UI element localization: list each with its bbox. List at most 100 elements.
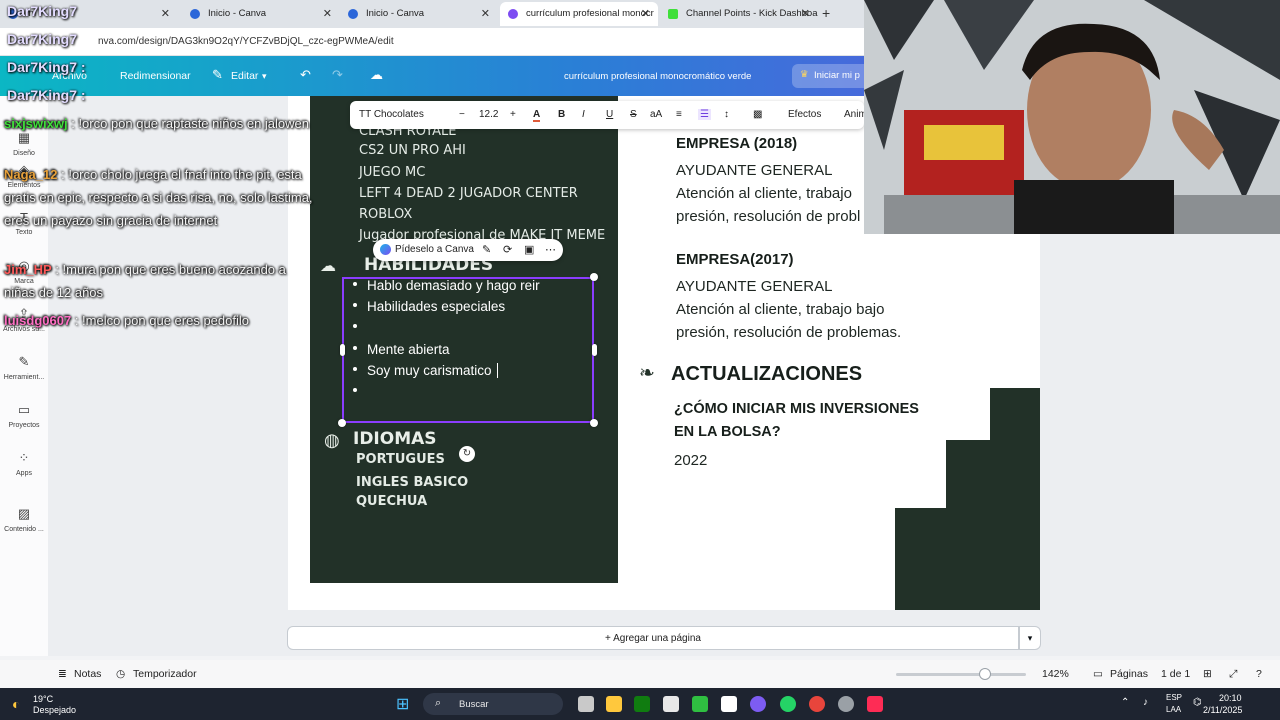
resize-handle[interactable] bbox=[590, 419, 598, 427]
strikethrough-button[interactable]: S bbox=[630, 109, 637, 120]
zoom-slider[interactable] bbox=[896, 673, 1026, 676]
notes-icon[interactable]: ≣ bbox=[58, 668, 67, 680]
tools-icon: ✎ bbox=[18, 354, 30, 369]
tray-chevron-icon[interactable]: ⌃ bbox=[1121, 697, 1129, 708]
weather-temp: 19°C bbox=[33, 694, 54, 704]
undo-icon[interactable]: ↶ bbox=[300, 67, 311, 83]
store-icon[interactable] bbox=[663, 696, 679, 712]
clock-time[interactable]: 20:10 bbox=[1219, 693, 1242, 703]
close-tab-icon[interactable]: ✕ bbox=[161, 7, 170, 20]
sidebar-item-projects[interactable]: ▭ Proyectos bbox=[0, 402, 48, 429]
skill-item[interactable]: Hablo demasiado y hago reir bbox=[353, 278, 540, 293]
line-spacing-icon[interactable]: ↕ bbox=[724, 109, 729, 120]
rotate-icon[interactable]: ↻ bbox=[459, 446, 475, 462]
notes-button[interactable]: Notas bbox=[74, 668, 101, 680]
timer-button[interactable]: Temporizador bbox=[133, 668, 197, 680]
fullscreen-icon[interactable]: ⤢ bbox=[1229, 668, 1237, 681]
resize-handle[interactable] bbox=[340, 344, 345, 356]
url-text[interactable]: nva.com/design/DAG3kn9O2qY/YCFZvBDjQL_cz… bbox=[98, 36, 394, 47]
redo-icon[interactable]: ↷ bbox=[332, 67, 343, 83]
design-title[interactable]: currículum profesional monocromático ver… bbox=[564, 71, 751, 82]
bold-button[interactable]: B bbox=[558, 109, 565, 120]
zoom-slider-handle[interactable] bbox=[979, 668, 991, 680]
skill-item[interactable]: Habilidades especiales bbox=[353, 299, 505, 314]
skill-item[interactable]: Mente abierta bbox=[353, 342, 450, 357]
font-size-increase[interactable]: + bbox=[510, 109, 516, 120]
grid-view-icon[interactable]: ⊞ bbox=[1203, 668, 1212, 680]
resize-handle[interactable] bbox=[590, 273, 598, 281]
font-size-decrease[interactable]: − bbox=[459, 109, 465, 120]
italic-button[interactable]: I bbox=[582, 109, 585, 120]
letter-case-button[interactable]: aA bbox=[650, 109, 662, 120]
skill-item[interactable]: Soy muy carismatico bbox=[353, 363, 502, 378]
file-explorer-icon[interactable] bbox=[606, 696, 622, 712]
resize-handle[interactable] bbox=[592, 344, 597, 356]
webcam-scene bbox=[864, 0, 1280, 234]
text-color-icon[interactable]: A bbox=[533, 109, 541, 122]
new-tab-button[interactable]: + bbox=[822, 5, 830, 21]
cloud-save-icon[interactable]: ☁ bbox=[370, 67, 383, 83]
brain-icon: ☁ bbox=[320, 258, 336, 275]
more-options-icon[interactable]: ⋯ bbox=[545, 243, 556, 256]
font-size-input[interactable]: 12.2 bbox=[479, 109, 498, 120]
settings-icon[interactable] bbox=[838, 696, 854, 712]
ask-canva-pill[interactable]: Pídeselo a Canva ✎ ⟳ ▣ ⋯ bbox=[373, 239, 563, 261]
resize-button[interactable]: Redimensionar bbox=[120, 70, 191, 82]
add-page-button[interactable]: + Agregar una página bbox=[287, 626, 1019, 650]
browser-tab[interactable]: Inicio - Canva ✕ bbox=[182, 2, 340, 26]
browser-tab[interactable]: Inicio - Canva ✕ bbox=[340, 2, 498, 26]
discord-icon[interactable] bbox=[750, 696, 766, 712]
chat-message: Dar7King7 : bbox=[7, 59, 86, 75]
pages-icon[interactable]: ▭ bbox=[1093, 668, 1103, 680]
whatsapp-icon[interactable] bbox=[780, 696, 796, 712]
timer-icon[interactable]: ◷ bbox=[116, 668, 125, 680]
effects-button[interactable]: Efectos bbox=[788, 109, 821, 120]
skill-item[interactable] bbox=[353, 320, 367, 335]
task-view-icon[interactable] bbox=[578, 696, 594, 712]
refresh-icon[interactable]: ⟳ bbox=[503, 243, 512, 256]
job-role: AYUDANTE GENERAL bbox=[676, 162, 833, 179]
job-company: EMPRESA (2018) bbox=[676, 135, 798, 152]
pages-button[interactable]: Páginas bbox=[1110, 668, 1148, 680]
pencil-icon: ✎ bbox=[212, 67, 223, 82]
chevron-down-icon[interactable]: ▾ bbox=[262, 71, 267, 82]
close-tab-icon[interactable]: ✕ bbox=[323, 7, 332, 20]
resize-handle[interactable] bbox=[338, 419, 346, 427]
close-tab-icon[interactable]: ✕ bbox=[481, 7, 490, 20]
sidebar-item-apps[interactable]: ⁘ Apps bbox=[0, 450, 48, 477]
lock-icon[interactable]: ▣ bbox=[524, 243, 534, 256]
browser-tab-active[interactable]: currículum profesional monocr ✕ bbox=[500, 2, 658, 26]
browser-tab[interactable]: Channel Points - Kick Dashboa ✕ bbox=[660, 2, 818, 26]
language-code[interactable]: ESP bbox=[1166, 693, 1182, 702]
magic-edit-icon[interactable]: ✎ bbox=[482, 243, 491, 256]
close-tab-icon[interactable]: ✕ bbox=[641, 7, 650, 20]
clock-date[interactable]: 2/11/2025 bbox=[1203, 705, 1242, 715]
canva-favicon-icon bbox=[508, 9, 518, 19]
tiktok-icon[interactable] bbox=[867, 696, 883, 712]
edit-menu[interactable]: Editar bbox=[231, 70, 258, 82]
zoom-level[interactable]: 142% bbox=[1042, 668, 1069, 680]
bulleted-list-icon[interactable]: ☰ bbox=[698, 109, 711, 120]
transparency-icon[interactable]: ▩ bbox=[753, 109, 762, 120]
underline-button[interactable]: U bbox=[606, 109, 613, 120]
font-family-select[interactable]: TT Chocolates bbox=[359, 109, 424, 120]
chrome-icon[interactable] bbox=[809, 696, 825, 712]
help-icon[interactable]: ? bbox=[1256, 668, 1262, 680]
sidebar-item-tools[interactable]: ✎ Herramient... bbox=[0, 354, 48, 381]
network-icon[interactable]: ⌬ bbox=[1193, 697, 1202, 708]
windows-start-icon[interactable]: ⊞ bbox=[396, 694, 409, 714]
update-question: EN LA BOLSA? bbox=[674, 424, 781, 440]
app-icon[interactable] bbox=[721, 696, 737, 712]
microphone-icon[interactable]: ♪ bbox=[1143, 697, 1148, 708]
close-tab-icon[interactable]: ✕ bbox=[801, 7, 810, 20]
align-left-icon[interactable]: ≡ bbox=[676, 109, 682, 120]
chevron-down-icon[interactable]: ▾ bbox=[1019, 626, 1041, 650]
minecraft-icon[interactable] bbox=[692, 696, 708, 712]
chat-username: Dar7King7 bbox=[7, 31, 78, 47]
taskbar-search[interactable]: ⌕ Buscar bbox=[423, 693, 563, 715]
sidebar-item-content[interactable]: ▨ Contenido ... bbox=[0, 506, 48, 533]
leaf-icon: ❧ bbox=[639, 363, 655, 384]
xbox-icon[interactable] bbox=[634, 696, 650, 712]
language-region[interactable]: LAA bbox=[1166, 705, 1181, 714]
skill-item[interactable] bbox=[353, 384, 367, 399]
